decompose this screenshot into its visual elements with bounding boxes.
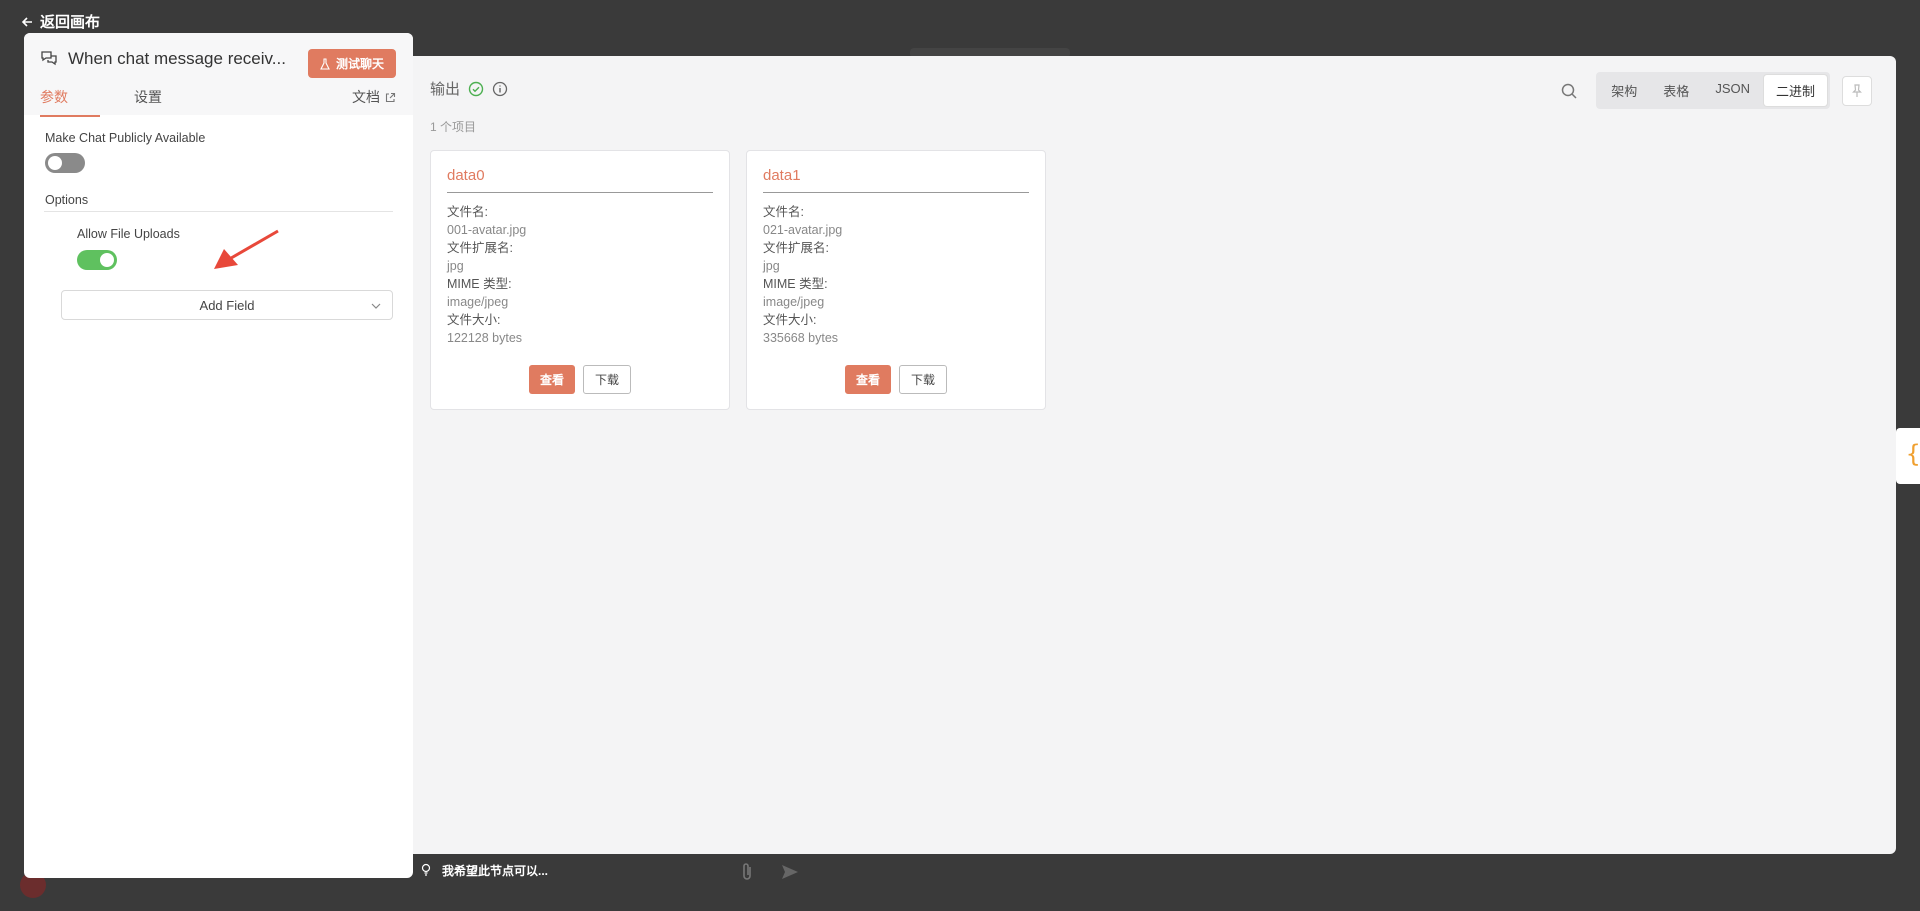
tab-schema[interactable]: 架构 bbox=[1599, 75, 1649, 106]
view-button[interactable]: 查看 bbox=[844, 365, 891, 394]
card-title: data0 bbox=[447, 167, 713, 193]
card-actions: 查看 下载 bbox=[447, 365, 713, 394]
view-button[interactable]: 查看 bbox=[528, 365, 575, 394]
download-button[interactable]: 下载 bbox=[899, 365, 948, 394]
check-circle-icon bbox=[468, 81, 484, 96]
make-public-toggle[interactable] bbox=[45, 153, 85, 173]
view-mode-tabs: 架构 表格 JSON 二进制 bbox=[1596, 72, 1830, 109]
extension-value: jpg bbox=[447, 259, 464, 273]
filename-value: 001-avatar.jpg bbox=[447, 223, 527, 237]
make-public-label: Make Chat Publicly Available bbox=[45, 131, 206, 145]
mime-value: image/jpeg bbox=[447, 295, 509, 309]
paperclip-icon[interactable] bbox=[738, 862, 756, 882]
binary-card: data0 文件名: 001-avatar.jpg 文件扩展名: jpg MIM… bbox=[430, 150, 730, 410]
test-chat-label: 测试聊天 bbox=[335, 57, 384, 71]
search-icon[interactable] bbox=[1560, 82, 1578, 100]
allow-uploads-toggle[interactable] bbox=[77, 250, 117, 270]
allow-uploads-label: Allow File Uploads bbox=[77, 227, 180, 241]
size-value: 122128 bytes bbox=[447, 331, 523, 345]
card-actions: 查看 下载 bbox=[763, 365, 1029, 394]
info-icon[interactable] bbox=[492, 81, 508, 97]
node-header: When chat message receiv... 测试聊天 参数 设置 文… bbox=[24, 33, 413, 117]
back-link-label: 返回画布 bbox=[40, 14, 101, 31]
flask-icon bbox=[320, 57, 330, 70]
mime-label: MIME 类型: bbox=[763, 277, 828, 291]
back-to-canvas-link[interactable]: 返回画布 bbox=[20, 11, 100, 32]
output-toolbar: 架构 表格 JSON 二进制 bbox=[1560, 72, 1872, 109]
size-value: 335668 bytes bbox=[763, 331, 839, 345]
tab-binary[interactable]: 二进制 bbox=[1763, 75, 1827, 106]
docs-link[interactable]: 文档 bbox=[352, 87, 396, 107]
chevron-down-icon bbox=[371, 303, 381, 309]
tab-table[interactable]: 表格 bbox=[1651, 75, 1701, 106]
send-icon[interactable] bbox=[780, 863, 800, 881]
code-panel-tab[interactable]: { bbox=[1896, 428, 1920, 484]
filename-label: 文件名: bbox=[763, 205, 804, 219]
tab-json[interactable]: JSON bbox=[1703, 75, 1762, 106]
toggle-knob bbox=[100, 253, 114, 267]
download-button[interactable]: 下载 bbox=[583, 365, 632, 394]
extension-value: jpg bbox=[763, 259, 780, 273]
toggle-knob bbox=[48, 156, 62, 170]
pin-icon bbox=[1852, 83, 1862, 97]
output-title: 输出 bbox=[430, 81, 461, 98]
arrow-left-icon bbox=[21, 16, 32, 27]
node-settings-panel: When chat message receiv... 测试聊天 参数 设置 文… bbox=[24, 33, 413, 878]
node-tabs: 参数 设置 bbox=[40, 87, 196, 117]
size-label: 文件大小: bbox=[763, 313, 817, 327]
item-count: 1 个项目 bbox=[430, 120, 477, 134]
add-field-label: Add Field bbox=[199, 297, 255, 313]
tab-parameters[interactable]: 参数 bbox=[40, 87, 100, 117]
binary-card: data1 文件名: 021-avatar.jpg 文件扩展名: jpg MIM… bbox=[746, 150, 1046, 410]
mime-value: image/jpeg bbox=[763, 295, 825, 309]
node-title-row: When chat message receiv... bbox=[40, 49, 286, 69]
output-panel: 输出 1 个项目 架构 表格 JSON 二进制 data0 文件名: 001-a… bbox=[380, 56, 1896, 854]
chat-bubbles-icon bbox=[41, 51, 57, 66]
chat-prompt-text: 我希望此节点可以... bbox=[442, 863, 549, 878]
docs-label: 文档 bbox=[352, 89, 380, 105]
pin-button[interactable] bbox=[1842, 75, 1872, 106]
output-header: 输出 bbox=[430, 78, 508, 99]
size-label: 文件大小: bbox=[447, 313, 501, 327]
mime-label: MIME 类型: bbox=[447, 277, 512, 291]
extension-label: 文件扩展名: bbox=[447, 241, 513, 255]
add-field-select[interactable]: Add Field bbox=[61, 290, 393, 320]
filename-label: 文件名: bbox=[447, 205, 488, 219]
annotation-arrow-icon bbox=[214, 229, 279, 269]
lightbulb-icon bbox=[421, 863, 431, 876]
options-label: Options bbox=[45, 193, 89, 207]
binary-cards: data0 文件名: 001-avatar.jpg 文件扩展名: jpg MIM… bbox=[430, 150, 1046, 410]
tab-settings[interactable]: 设置 bbox=[134, 87, 162, 117]
external-link-icon bbox=[385, 92, 396, 102]
filename-value: 021-avatar.jpg bbox=[763, 223, 843, 237]
test-chat-button[interactable]: 测试聊天 bbox=[307, 49, 396, 78]
extension-label: 文件扩展名: bbox=[763, 241, 829, 255]
braces-icon: { bbox=[1906, 440, 1920, 468]
chat-input-bar[interactable]: 我希望此节点可以... bbox=[420, 856, 820, 884]
node-title[interactable]: When chat message receiv... bbox=[68, 49, 286, 69]
card-title: data1 bbox=[763, 167, 1029, 193]
options-divider bbox=[44, 211, 393, 212]
